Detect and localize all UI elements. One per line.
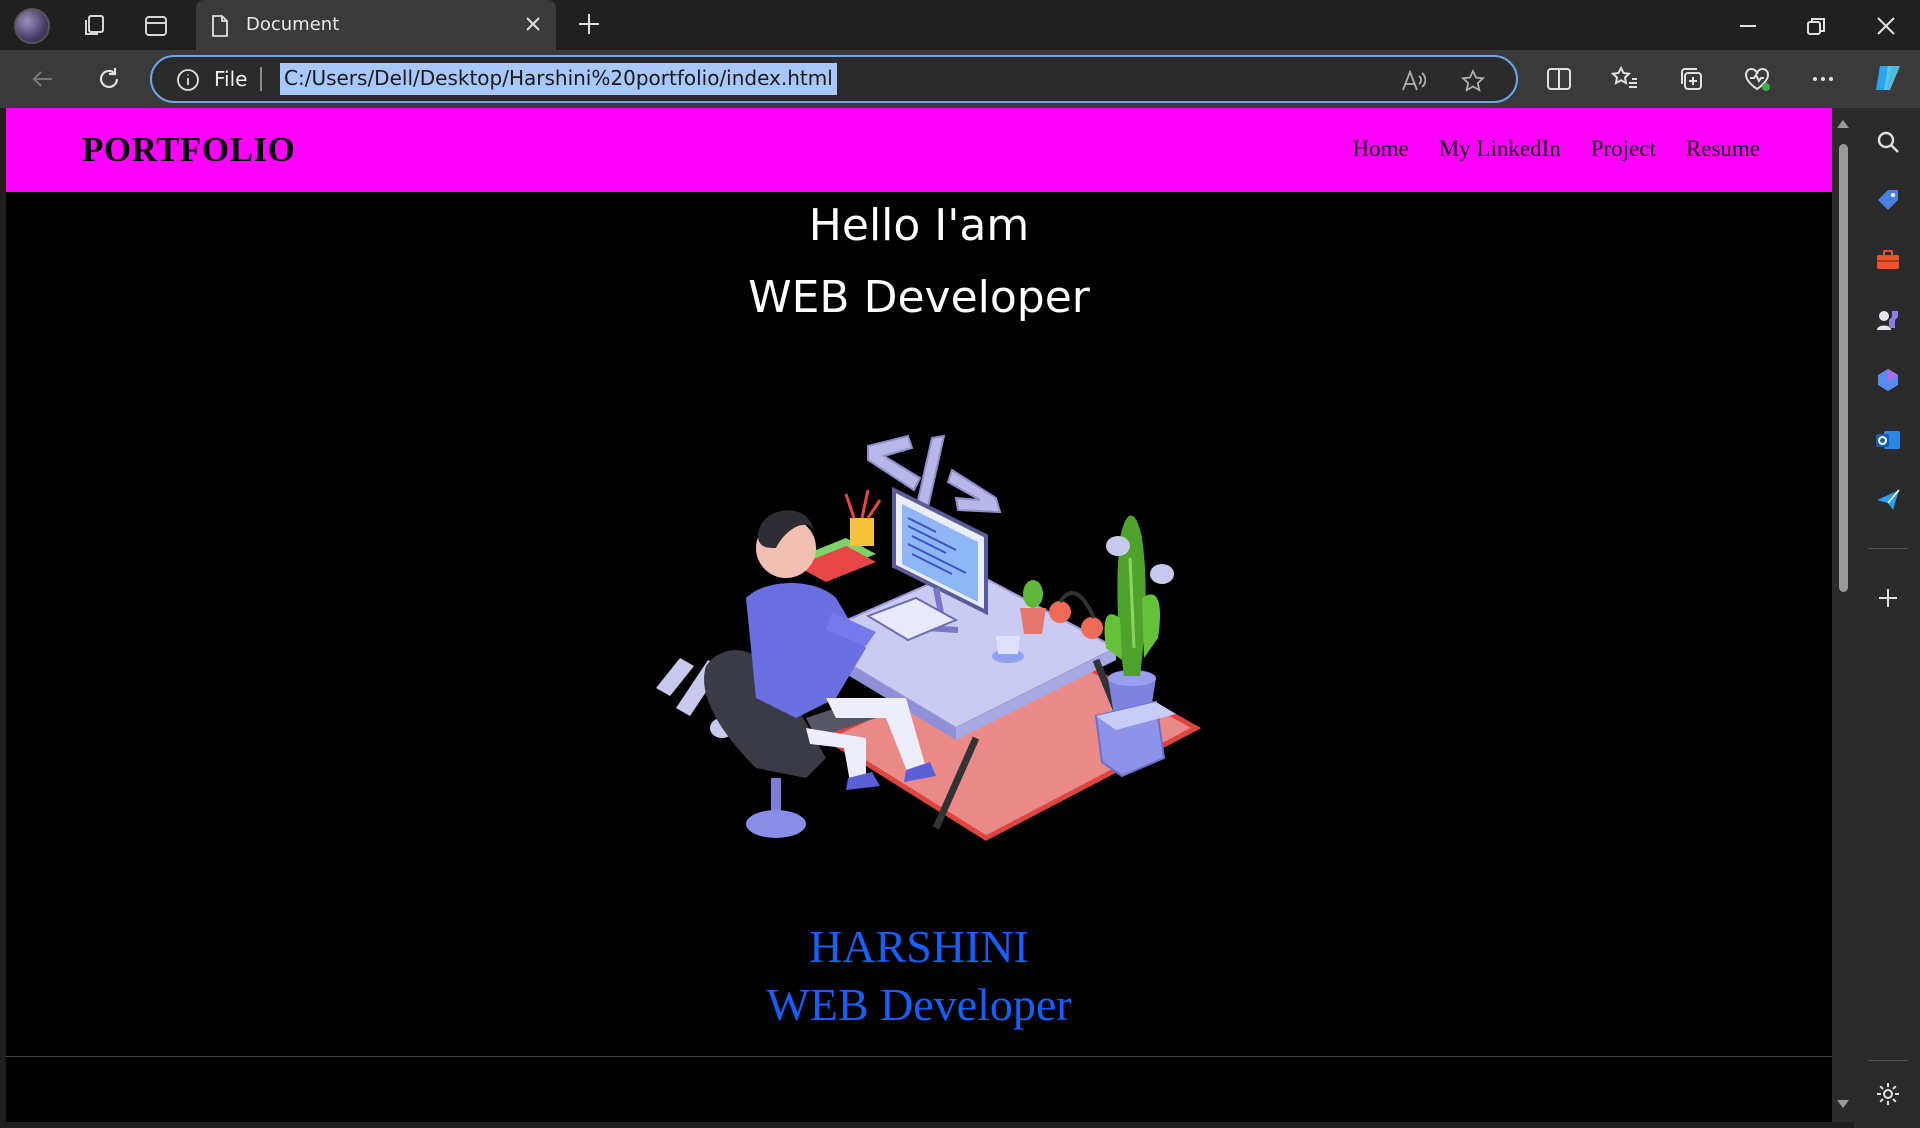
nav-linkedin[interactable]: My LinkedIn: [1439, 136, 1561, 162]
read-aloud-icon[interactable]: [1400, 68, 1426, 94]
nav-links: Home My LinkedIn Project Resume: [1353, 136, 1761, 162]
code-tag-icon: [867, 434, 1002, 520]
browser-tab-bar: Document: [0, 0, 1920, 50]
nav-resume[interactable]: Resume: [1686, 136, 1760, 162]
profile-avatar[interactable]: [14, 8, 50, 44]
favorites-icon[interactable]: [1610, 64, 1640, 94]
favorite-star-icon[interactable]: [1460, 68, 1486, 94]
vertical-tabs-icon[interactable]: [142, 12, 170, 40]
minimize-icon[interactable]: [1734, 12, 1762, 40]
collections-icon[interactable]: [1676, 64, 1706, 94]
address-bar[interactable]: File C:/Users/Dell/Desktop/Harshini%20po…: [150, 55, 1518, 103]
send-icon[interactable]: [1874, 486, 1902, 514]
close-window-icon[interactable]: [1872, 12, 1900, 40]
page-scrollbar[interactable]: [1832, 108, 1854, 1122]
split-screen-icon[interactable]: [1544, 64, 1574, 94]
browser-toolbar: File C:/Users/Dell/Desktop/Harshini%20po…: [0, 50, 1920, 108]
hero-greeting: Hello I'am: [808, 200, 1030, 251]
address-separator: [260, 67, 262, 91]
edge-sidebar: [1854, 108, 1920, 1128]
page-viewport: PORTFOLIO Home My LinkedIn Project Resum…: [6, 108, 1832, 1122]
scroll-thumb[interactable]: [1839, 144, 1848, 592]
info-icon[interactable]: [176, 68, 200, 92]
more-options-icon[interactable]: [1808, 64, 1838, 94]
copilot-sidebar-icon[interactable]: [1874, 366, 1902, 394]
profile-name: HARSHINI: [809, 921, 1029, 972]
close-tab-icon[interactable]: [522, 13, 544, 35]
tab-title: Document: [246, 14, 340, 35]
settings-gear-icon[interactable]: [1874, 1080, 1902, 1108]
add-icon[interactable]: [1874, 584, 1902, 612]
back-icon[interactable]: [28, 64, 58, 94]
browser-essentials-icon[interactable]: [1742, 64, 1772, 94]
nav-project[interactable]: Project: [1591, 136, 1656, 162]
site-navbar: PORTFOLIO Home My LinkedIn Project Resum…: [6, 108, 1832, 192]
url-text[interactable]: C:/Users/Dell/Desktop/Harshini%20portfol…: [280, 63, 837, 95]
restore-icon[interactable]: [1802, 12, 1830, 40]
outlook-icon[interactable]: [1874, 426, 1902, 454]
sidebar-separator: [1868, 1060, 1908, 1061]
document-icon: [212, 15, 228, 37]
search-icon[interactable]: [1874, 128, 1902, 156]
tools-briefcase-icon[interactable]: [1874, 246, 1902, 274]
sidebar-separator: [1868, 548, 1908, 549]
profile-role: WEB Developer: [766, 979, 1072, 1030]
section-divider: [6, 1056, 1832, 1057]
nav-home[interactable]: Home: [1353, 136, 1409, 162]
scroll-up-arrow-icon[interactable]: [1837, 120, 1849, 128]
games-icon[interactable]: [1874, 306, 1902, 334]
refresh-icon[interactable]: [94, 64, 124, 94]
shopping-tag-icon[interactable]: [1874, 186, 1902, 214]
active-tab[interactable]: Document: [196, 0, 556, 50]
scroll-down-arrow-icon[interactable]: [1837, 1100, 1849, 1108]
web-developer-illustration: [656, 434, 1202, 841]
new-tab-icon[interactable]: [576, 11, 602, 37]
copilot-icon[interactable]: [1870, 60, 1906, 96]
hero-title: WEB Developer: [748, 272, 1090, 323]
workspaces-icon[interactable]: [80, 12, 108, 40]
site-logo[interactable]: PORTFOLIO: [82, 130, 295, 170]
address-scheme: File: [214, 67, 248, 91]
